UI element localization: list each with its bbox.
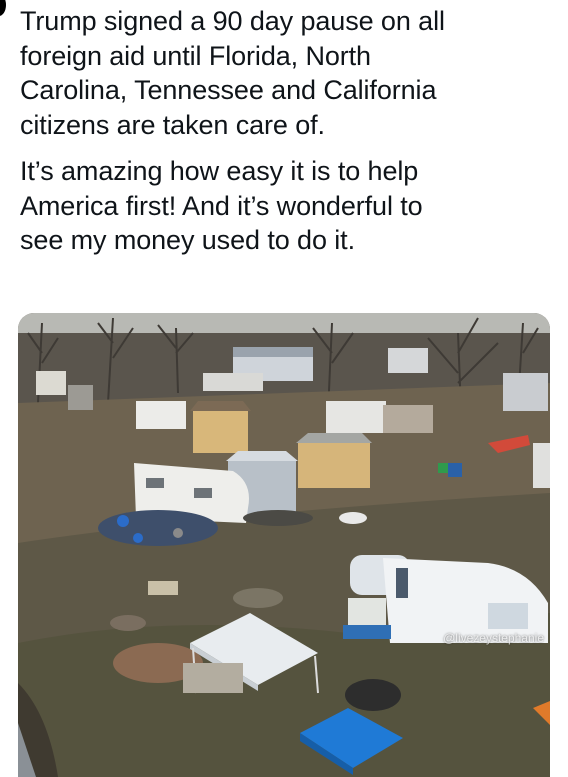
camper xyxy=(326,401,386,433)
avatar-edge xyxy=(0,0,6,16)
house xyxy=(503,373,548,411)
wooden-shed xyxy=(298,443,370,488)
post-paragraph-1: Trump signed a 90 day pause on all forei… xyxy=(20,6,445,140)
camper xyxy=(136,401,186,429)
post-image[interactable]: @livezeystephanie xyxy=(18,313,550,777)
encampment-photo xyxy=(18,313,550,777)
wooden-shed xyxy=(193,411,248,453)
post-text: Trump signed a 90 day pause on all forei… xyxy=(20,4,550,270)
image-watermark: @livezeystephanie xyxy=(443,631,544,645)
post-paragraph-2: It’s amazing how easy it is to help Amer… xyxy=(20,156,423,255)
camper xyxy=(203,373,263,391)
